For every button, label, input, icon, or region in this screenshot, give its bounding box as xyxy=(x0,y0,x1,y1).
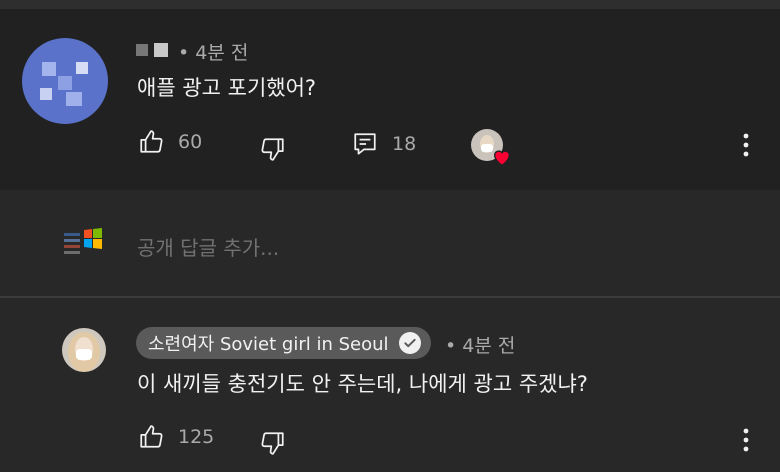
like-button[interactable]: 125 xyxy=(138,424,214,450)
comment-text: 애플 광고 포기했어? xyxy=(137,76,317,100)
user-avatar xyxy=(62,226,104,264)
timestamp: 4분 전 xyxy=(195,42,249,64)
author-name: 소련여자 Soviet girl in Seoul xyxy=(148,334,389,355)
like-count: 125 xyxy=(178,426,215,448)
avatar[interactable] xyxy=(62,328,106,372)
like-button[interactable]: 60 xyxy=(138,129,202,155)
like-icon xyxy=(140,425,163,448)
comment-time: • 4분 전 xyxy=(178,42,249,64)
more-options-button[interactable] xyxy=(734,132,758,162)
creator-heart xyxy=(471,129,515,169)
more-options-button[interactable] xyxy=(734,427,758,457)
top-strip xyxy=(0,0,780,9)
dislike-icon xyxy=(261,138,284,161)
like-icon xyxy=(140,130,163,153)
comment-time: • 4분 전 xyxy=(445,335,516,357)
author-name-redacted[interactable] xyxy=(136,43,168,57)
divider xyxy=(0,296,780,298)
reply-button[interactable]: 18 xyxy=(352,131,416,157)
windows-logo-icon xyxy=(64,228,102,254)
heart-icon xyxy=(493,150,511,167)
dislike-button[interactable] xyxy=(260,136,286,166)
comment-text: 이 새끼들 충전기도 안 주는데, 나에게 광고 주겠냐? xyxy=(137,372,588,396)
more-vert-icon xyxy=(743,428,749,452)
verified-check-icon xyxy=(398,332,421,354)
like-count: 60 xyxy=(178,131,203,153)
avatar[interactable] xyxy=(22,38,108,124)
reply-icon xyxy=(354,133,376,155)
reply-count: 18 xyxy=(392,133,417,155)
dislike-button[interactable] xyxy=(260,430,286,460)
author-chip[interactable]: 소련여자 Soviet girl in Seoul xyxy=(136,327,431,359)
more-vert-icon xyxy=(743,133,749,157)
reply-input[interactable]: 공개 답글 추가... xyxy=(137,232,279,261)
dislike-icon xyxy=(261,432,284,455)
timestamp: 4분 전 xyxy=(462,335,516,357)
comment-card-1 xyxy=(0,9,780,190)
